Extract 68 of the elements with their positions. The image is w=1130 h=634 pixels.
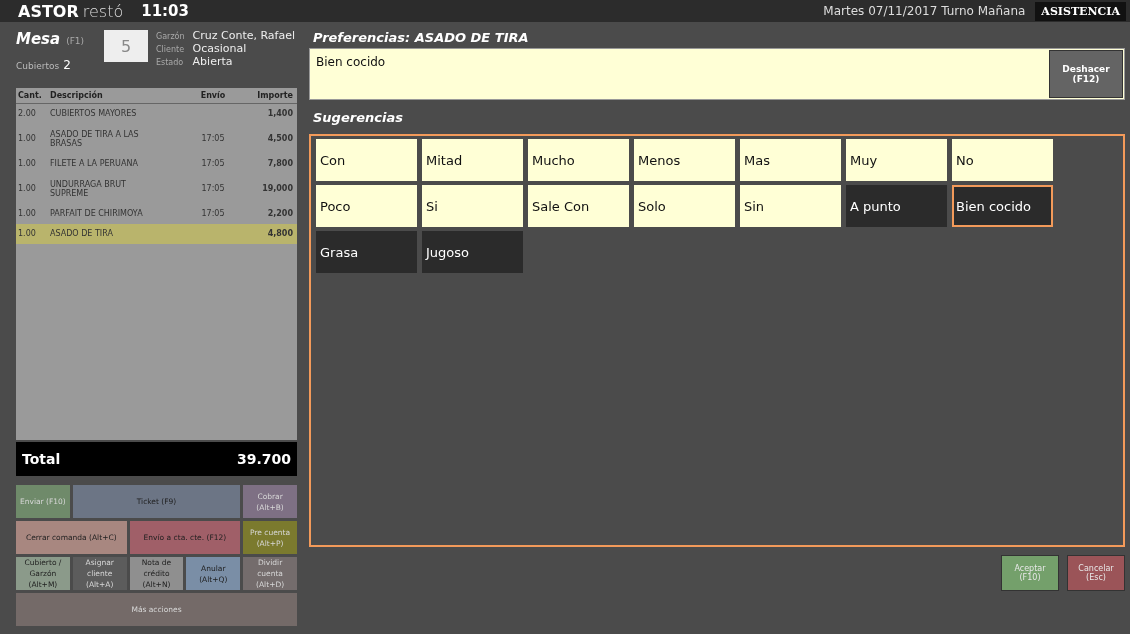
- suggestion-button[interactable]: Con: [316, 139, 417, 181]
- suggestion-button[interactable]: No: [952, 139, 1053, 181]
- logo-text: ASTOR: [18, 1, 79, 21]
- logo-subtitle: restó: [82, 1, 124, 21]
- sent-time-cell-text: 17:05: [200, 184, 226, 193]
- amount-cell-text: 4,800: [266, 229, 294, 238]
- description-cell-text: ASADO DE TIRA A LAS BRASAS: [50, 129, 140, 148]
- table-title: Mesa (F1): [16, 30, 86, 48]
- qty-cell-text: 1.00: [18, 184, 37, 193]
- description-cell-text: CUBIERTOS MAYORES: [50, 109, 138, 118]
- suggestion-button[interactable]: Si: [422, 185, 523, 227]
- amount-cell-text: 7,800: [266, 159, 294, 168]
- description-cell-text: PARFAIT DE CHIRIMOYA: [50, 209, 144, 218]
- order-row[interactable]: 1.00 PARFAIT DE CHIRIMOYA 17:05 2,200: [16, 204, 297, 224]
- preferences-title: Preferencias: ASADO DE TIRA: [312, 28, 530, 47]
- sent-time-cell-text: 17:05: [200, 134, 226, 143]
- description-cell-text: FILETE A LA PERUANA: [50, 159, 139, 168]
- cancel-button[interactable]: Cancelar (Esc): [1067, 555, 1125, 591]
- suggestions-title: Sugerencias: [312, 108, 404, 127]
- field-value: Cruz Conte, Rafael: [192, 30, 296, 42]
- covers-count: 2: [63, 58, 71, 72]
- amount-cell-text: 4,500: [266, 134, 294, 143]
- total-amount: 39.700: [236, 451, 291, 467]
- assist-button[interactable]: ASISTENCIA: [1035, 1, 1126, 21]
- field-value: Abierta: [192, 56, 234, 68]
- field-label: Estado: [156, 57, 185, 69]
- description-cell-text: UNDURRAGA BRUT SUPREME: [50, 179, 127, 198]
- suggestion-button[interactable]: Mitad: [422, 139, 523, 181]
- column-header: Cant.: [18, 91, 43, 100]
- field-label: Garzón: [156, 31, 185, 43]
- column-header: Descripción: [50, 91, 104, 100]
- suggestion-button[interactable]: A punto: [846, 185, 947, 227]
- field-value: Ocasional: [192, 43, 248, 55]
- column-header: Envío: [199, 91, 227, 100]
- sent-time-cell-text: 17:05: [200, 159, 226, 168]
- qty-cell-text: 1.00: [18, 209, 37, 218]
- clock-time: 11:03: [141, 2, 189, 20]
- order-row[interactable]: 1.00 ASADO DE TIRA A LAS BRASAS 17:05 4,500: [16, 124, 297, 154]
- qty-cell-text: 1.00: [18, 229, 37, 238]
- description-cell-text: ASADO DE TIRA: [50, 229, 114, 238]
- suggestion-button[interactable]: Poco: [316, 185, 417, 227]
- amount-cell-text: 19,000: [261, 184, 294, 193]
- suggestion-button[interactable]: Bien cocido: [952, 185, 1053, 227]
- order-row[interactable]: 1.00 ASADO DE TIRA 4,800: [16, 224, 297, 244]
- qty-cell-text: 1.00: [18, 159, 37, 168]
- covers-label: Cubiertos: [16, 61, 60, 71]
- amount-cell-text: 2,200: [266, 209, 294, 218]
- suggestion-button[interactable]: Menos: [634, 139, 735, 181]
- field-label: Cliente: [156, 44, 185, 56]
- suggestion-button[interactable]: Mas: [740, 139, 841, 181]
- suggestion-button[interactable]: Sale Con: [528, 185, 629, 227]
- total-label: Total: [22, 451, 61, 467]
- suggestion-button[interactable]: Sin: [740, 185, 841, 227]
- order-row[interactable]: 1.00 FILETE A LA PERUANA 17:05 7,800: [16, 154, 297, 174]
- sent-time-cell-text: 17:05: [200, 209, 226, 218]
- suggestion-button[interactable]: Grasa: [316, 231, 417, 273]
- column-header: Importe: [256, 91, 294, 100]
- suggestion-button[interactable]: Solo: [634, 185, 735, 227]
- suggestion-button[interactable]: Jugoso: [422, 231, 523, 273]
- suggestion-button[interactable]: Mucho: [528, 139, 629, 181]
- order-row[interactable]: 1.00 UNDURRAGA BRUT SUPREME 17:05 19,000: [16, 174, 297, 204]
- amount-cell-text: 1,400: [266, 109, 294, 118]
- table-number[interactable]: 5: [104, 30, 148, 62]
- qty-cell-text: 2.00: [18, 109, 37, 118]
- suggestion-button[interactable]: Muy: [846, 139, 947, 181]
- date-shift: Martes 07/11/2017 Turno Mañana: [823, 4, 1026, 18]
- order-row[interactable]: 2.00 CUBIERTOS MAYORES 1,400: [16, 104, 297, 124]
- qty-cell-text: 1.00: [18, 134, 37, 143]
